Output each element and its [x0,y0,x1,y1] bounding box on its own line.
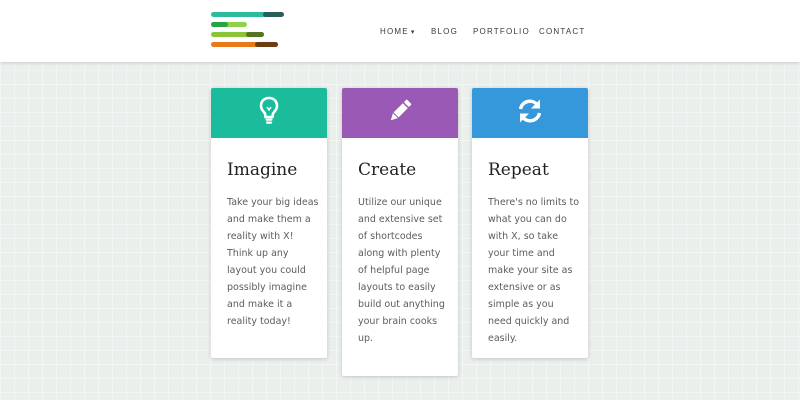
nav-home[interactable]: HOME ▾ [380,27,416,36]
card-header [342,88,458,138]
card-title: Imagine [227,160,298,180]
card-title: Repeat [488,160,549,180]
logo-bar-2-accent [211,22,228,27]
refresh-icon [516,97,544,130]
nav-blog[interactable]: BLOG [431,27,458,36]
site-header: HOME ▾ BLOG PORTFOLIO CONTACT [0,0,800,62]
pencil-icon [386,97,414,130]
logo-bar-1-accent [263,12,284,17]
lightbulb-icon [259,96,279,131]
nav-home-label: HOME [380,27,409,36]
logo-bar-1 [211,12,268,17]
card-text: There's no limits to what you can do wit… [488,197,580,344]
feature-card-repeat: Repeat There's no limits to what you can… [472,88,588,358]
card-header [211,88,327,138]
logo-bar-4-accent [255,42,278,47]
card-text: Utilize our unique and extensive set of … [358,197,445,344]
logo-bar-3-accent [246,32,264,37]
site-logo[interactable] [211,12,286,50]
nav-contact[interactable]: CONTACT [539,27,585,36]
nav-portfolio[interactable]: PORTFOLIO [473,27,530,36]
feature-card-create: Create Utilize our unique and extensive … [342,88,458,376]
card-text: Take your big ideas and make them a real… [227,197,319,327]
card-title: Create [358,160,417,180]
card-header [472,88,588,138]
chevron-down-icon: ▾ [410,29,416,36]
feature-card-imagine: Imagine Take your big ideas and make the… [211,88,327,358]
